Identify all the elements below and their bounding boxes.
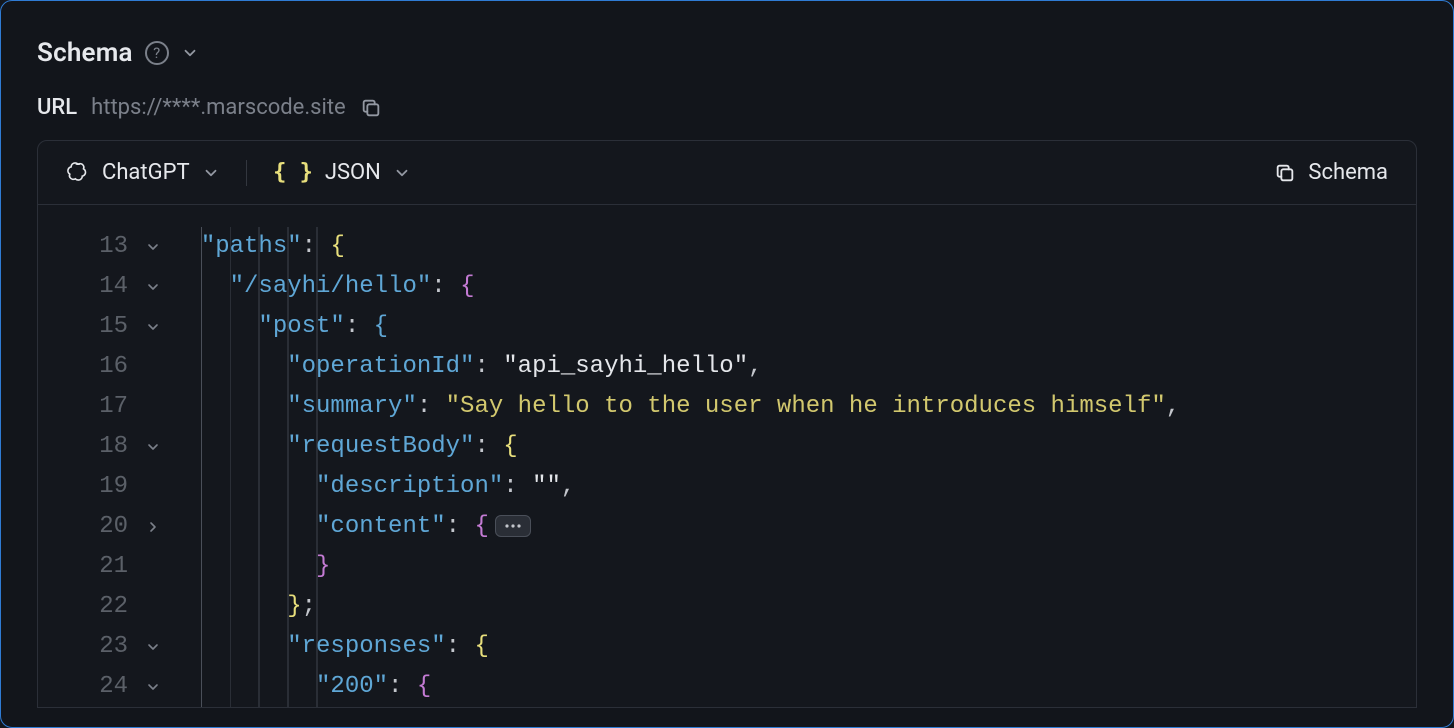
line-number: 13	[64, 227, 128, 267]
line-number: 14	[64, 267, 128, 307]
line-number: 19	[64, 467, 128, 507]
question-circle-icon[interactable]: ?	[145, 41, 169, 65]
line-number: 15	[64, 307, 128, 347]
line-number: 24	[64, 667, 128, 707]
fold-empty	[138, 547, 168, 587]
code-line: }	[172, 547, 1180, 587]
code-line: };	[172, 587, 1180, 627]
fold-toggle-expanded[interactable]	[138, 307, 168, 347]
line-number: 20	[64, 507, 128, 547]
line-number: 23	[64, 627, 128, 667]
openai-icon	[66, 161, 90, 185]
line-number-gutter: 131415161718192021222324	[38, 227, 138, 707]
fold-toggle-expanded[interactable]	[138, 267, 168, 307]
line-number: 16	[64, 347, 128, 387]
url-row: URL https://****.marscode.site	[37, 95, 1417, 120]
format-dropdown[interactable]: { } JSON	[273, 160, 411, 185]
code-line: "200": {	[172, 667, 1180, 707]
schema-title: Schema	[37, 38, 133, 68]
fold-empty	[138, 347, 168, 387]
code-line: "summary": "Say hello to the user when h…	[172, 387, 1180, 427]
schema-copy-button[interactable]: Schema	[1274, 160, 1388, 185]
vertical-divider	[246, 160, 248, 186]
code-line: "responses": {	[172, 627, 1180, 667]
code-line: "paths": {	[172, 227, 1180, 267]
code-line: "/sayhi/hello": {	[172, 267, 1180, 307]
code-line: "requestBody": {	[172, 427, 1180, 467]
model-dropdown[interactable]: ChatGPT	[66, 160, 220, 185]
schema-title-row: Schema ?	[37, 35, 1417, 71]
chevron-down-icon	[202, 164, 220, 182]
url-value: https://****.marscode.site	[91, 95, 346, 120]
line-number: 21	[64, 547, 128, 587]
line-number: 18	[64, 427, 128, 467]
code-line: "content": {	[172, 507, 1180, 547]
code-content: "paths": { "/sayhi/hello": { "post": { "…	[168, 227, 1180, 707]
code-line: "operationId": "api_sayhi_hello",	[172, 347, 1180, 387]
code-line: "description": "",	[172, 467, 1180, 507]
editor-toolbar: ChatGPT { } JSON	[38, 141, 1416, 205]
line-number: 17	[64, 387, 128, 427]
fold-empty	[138, 587, 168, 627]
editor-frame: ChatGPT { } JSON	[37, 140, 1417, 708]
fold-empty	[138, 387, 168, 427]
schema-panel: Schema ? URL https://****.marscode.site	[0, 0, 1454, 728]
fold-toggle-expanded[interactable]	[138, 627, 168, 667]
fold-empty	[138, 467, 168, 507]
fold-toggle-expanded[interactable]	[138, 427, 168, 467]
code-line: "post": {	[172, 307, 1180, 347]
fold-toggle-expanded[interactable]	[138, 227, 168, 267]
url-label: URL	[37, 95, 77, 120]
chevron-down-icon	[393, 164, 411, 182]
code-editor[interactable]: 131415161718192021222324 "paths": { "/sa…	[38, 205, 1416, 707]
fold-toggle-collapsed[interactable]	[138, 507, 168, 547]
copy-icon	[1274, 162, 1296, 184]
model-dropdown-label: ChatGPT	[102, 160, 190, 185]
fold-gutter	[138, 227, 168, 707]
chevron-down-icon[interactable]	[181, 44, 199, 62]
format-dropdown-label: JSON	[325, 160, 381, 185]
schema-copy-button-label: Schema	[1308, 160, 1388, 185]
json-braces-icon: { }	[273, 160, 313, 185]
fold-toggle-expanded[interactable]	[138, 667, 168, 707]
copy-icon[interactable]	[360, 97, 382, 119]
line-number: 22	[64, 587, 128, 627]
